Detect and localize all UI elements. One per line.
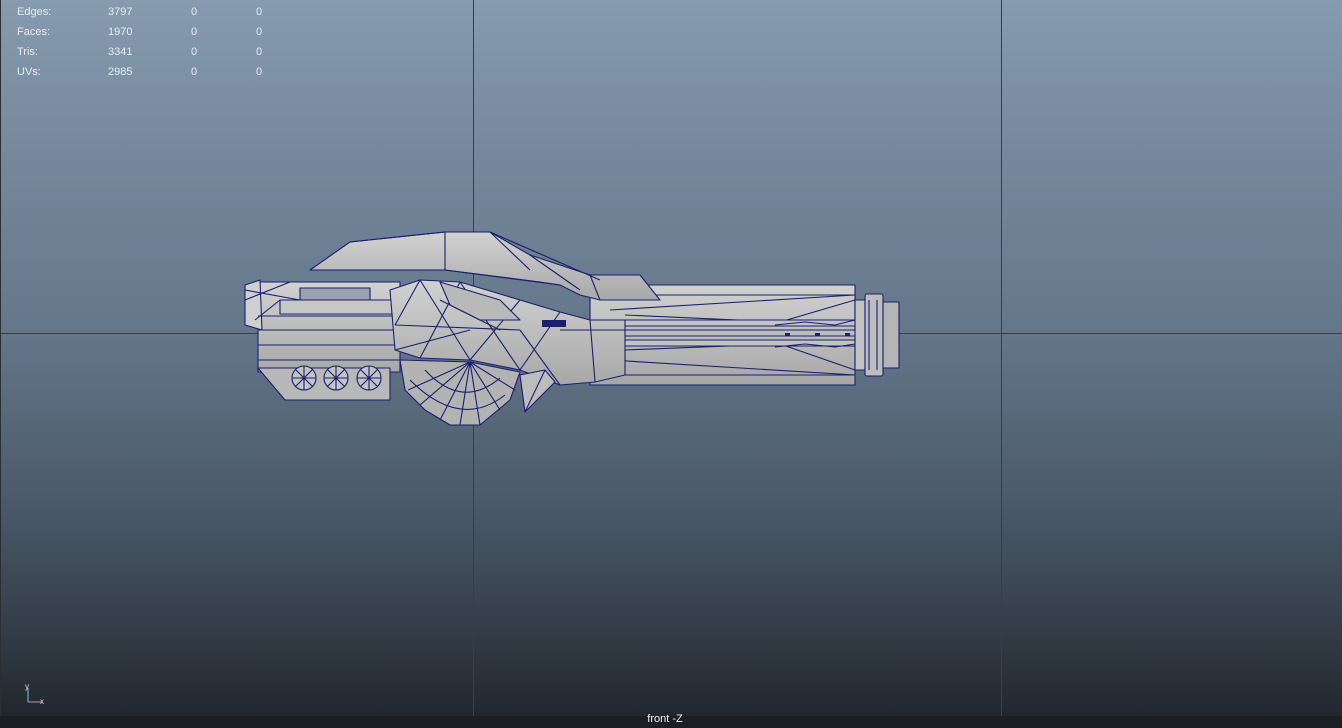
axis-x-label: x	[40, 697, 44, 706]
axis-y-label: y	[25, 682, 29, 691]
rear-stock[interactable]	[244, 279, 401, 373]
viewport-front[interactable]: Edges: 3797 0 0 Faces: 1970 0 0 Tris: 33…	[0, 0, 1342, 728]
battery-pack[interactable]	[257, 365, 391, 401]
camera-label: front -Z	[647, 713, 683, 725]
muzzle-cap[interactable]	[854, 293, 900, 377]
axis-gizmo-icon: y x	[20, 680, 60, 715]
weapon-mesh-wireframe[interactable]	[0, 0, 1342, 728]
